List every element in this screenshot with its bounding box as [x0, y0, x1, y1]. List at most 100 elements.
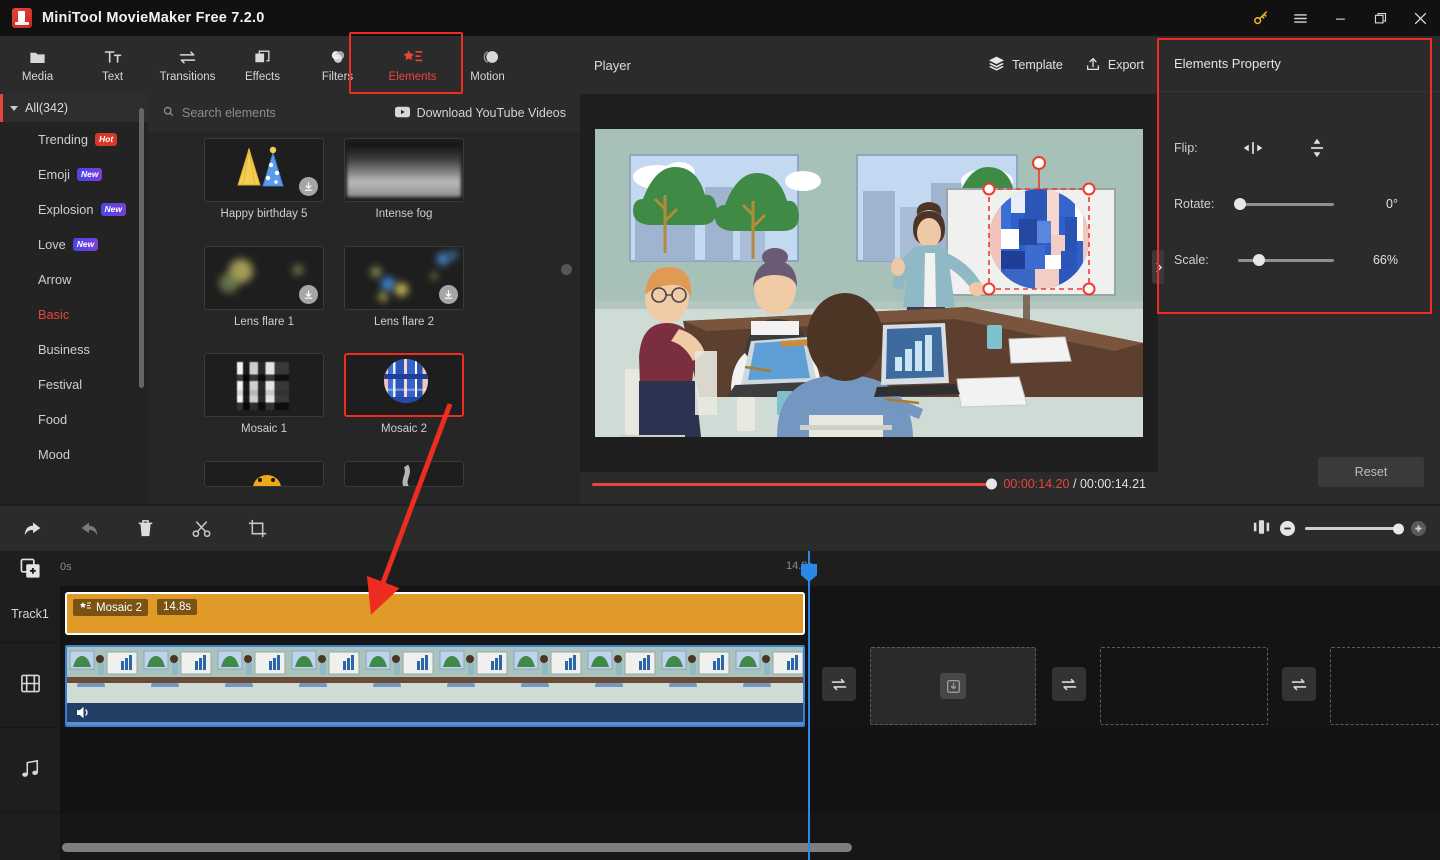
delete-button[interactable] — [130, 514, 160, 544]
panel-resize-dot[interactable] — [561, 264, 572, 275]
filmstrip-frame — [67, 647, 141, 705]
scale-slider[interactable] — [1238, 254, 1334, 266]
timeline-zoom-slider[interactable] — [1305, 523, 1404, 534]
video-preview[interactable] — [595, 129, 1143, 437]
player-progress-slider[interactable] — [592, 478, 998, 490]
sidebar-item-arrow[interactable]: Arrow — [0, 262, 148, 297]
element-card[interactable]: Mosaic 1 — [204, 353, 324, 453]
sidebar-item-explosion[interactable]: Explosion New — [0, 192, 148, 227]
search-input[interactable]: Search elements — [162, 105, 276, 121]
sidebar-item-basic[interactable]: Basic — [0, 297, 148, 332]
download-icon[interactable] — [299, 177, 318, 196]
element-card[interactable]: Intense fog — [344, 138, 464, 238]
toolbar-item-motion[interactable]: Motion — [450, 36, 525, 94]
add-track-icon[interactable] — [20, 558, 42, 580]
fit-timeline-icon[interactable] — [1253, 519, 1270, 538]
transition-slot[interactable] — [822, 667, 856, 701]
filmstrip-frame — [585, 647, 659, 705]
timeline-area: 0s 14.8s Track1 Mosaic 2 14.8s — [0, 551, 1440, 860]
crop-button[interactable] — [242, 514, 272, 544]
download-icon[interactable] — [299, 284, 318, 304]
split-button[interactable] — [186, 514, 216, 544]
sidebar-item-love[interactable]: Love New — [0, 227, 148, 262]
redo-button[interactable] — [74, 514, 104, 544]
motion-icon — [478, 47, 498, 67]
video-track-icon — [20, 673, 41, 697]
element-card-mosaic-2[interactable]: Mosaic 2 — [344, 353, 464, 453]
element-card[interactable] — [344, 460, 464, 505]
sidebar-item-festival[interactable]: Festival — [0, 367, 148, 402]
rotate-slider[interactable] — [1233, 198, 1334, 210]
timeline-clip-mosaic-2[interactable]: Mosaic 2 14.8s — [65, 592, 805, 635]
chevron-right-icon[interactable] — [1152, 250, 1164, 284]
zoom-out-icon[interactable] — [1280, 521, 1295, 536]
template-button[interactable]: Template — [988, 56, 1063, 74]
zoom-knob[interactable] — [1393, 523, 1404, 534]
timeline-lane-video[interactable] — [60, 643, 1440, 728]
sidebar-item-business[interactable]: Business — [0, 332, 148, 367]
toolbar-item-filters[interactable]: Filters — [300, 36, 375, 94]
timeline-ruler[interactable]: 0s 14.8s — [0, 551, 1440, 586]
reset-button[interactable]: Reset — [1318, 457, 1424, 487]
current-time: 00:00:14.20 — [1003, 477, 1070, 491]
timeline-lane-music[interactable] — [60, 728, 1440, 813]
element-card[interactable]: Lens flare 2 — [344, 245, 464, 346]
track-header-video[interactable] — [0, 643, 60, 728]
timeline-horizontal-scrollbar[interactable] — [62, 843, 852, 852]
sidebar-item-mood[interactable]: Mood — [0, 437, 148, 472]
timeline-lane-track1[interactable]: Mosaic 2 14.8s — [60, 586, 1440, 643]
rotate-row: Rotate: 0° — [1158, 176, 1440, 232]
transitions-icon — [177, 47, 198, 67]
maximize-icon[interactable] — [1360, 0, 1400, 36]
folder-icon — [28, 47, 47, 67]
media-placeholder-slot[interactable] — [870, 647, 1036, 725]
toolbar-label: Text — [101, 71, 124, 83]
undo-button[interactable] — [18, 514, 48, 544]
media-placeholder-slot[interactable] — [1330, 647, 1440, 725]
export-button[interactable]: Export — [1085, 56, 1144, 75]
track-headers: Track1 — [0, 586, 60, 860]
time-separator: / — [1072, 477, 1077, 491]
element-card[interactable] — [204, 460, 324, 505]
progress-knob[interactable] — [986, 478, 998, 490]
player-timecode: 00:00:14.20 / 00:00:14.21 — [1003, 477, 1146, 491]
media-placeholder-slot[interactable] — [1100, 647, 1268, 725]
speaker-icon[interactable] — [76, 706, 91, 722]
rotate-knob[interactable] — [1233, 198, 1246, 210]
zoom-in-icon[interactable] — [1411, 521, 1426, 536]
scale-label: Scale: — [1174, 253, 1209, 267]
filmstrip-frame — [659, 647, 733, 705]
timeline-clip-video[interactable] — [65, 645, 805, 727]
flip-row: Flip: — [1158, 120, 1440, 176]
sidebar-item-food[interactable]: Food — [0, 402, 148, 437]
element-card[interactable]: Lens flare 1 — [204, 245, 324, 346]
transition-slot[interactable] — [1282, 667, 1316, 701]
scale-knob[interactable] — [1253, 254, 1266, 266]
playhead[interactable] — [801, 551, 817, 860]
transition-slot[interactable] — [1052, 667, 1086, 701]
element-category-panel: All(342) Trending Hot Emoji New Explosio… — [0, 94, 148, 504]
effects-icon — [253, 47, 272, 67]
toolbar-item-effects[interactable]: Effects — [225, 36, 300, 94]
track-header-music[interactable] — [0, 728, 60, 813]
category-all[interactable]: All(342) — [0, 94, 148, 122]
toolbar-item-elements[interactable]: Elements — [375, 36, 450, 94]
sidebar-item-trending[interactable]: Trending Hot — [0, 122, 148, 157]
category-label: Festival — [38, 377, 83, 392]
toolbar-item-media[interactable]: Media — [0, 36, 75, 94]
close-icon[interactable] — [1400, 0, 1440, 36]
track-header-track1[interactable]: Track1 — [0, 586, 60, 643]
flip-horizontal-icon[interactable] — [1236, 135, 1270, 161]
download-youtube-button[interactable]: Download YouTube Videos — [394, 106, 566, 121]
element-card[interactable]: Happy birthday 5 — [204, 138, 324, 238]
menu-icon[interactable] — [1280, 0, 1320, 36]
flip-vertical-icon[interactable] — [1300, 135, 1334, 161]
minimize-icon[interactable] — [1320, 0, 1360, 36]
category-scrollbar[interactable] — [139, 108, 144, 388]
elements-icon — [79, 601, 92, 614]
key-icon[interactable] — [1240, 0, 1280, 36]
toolbar-item-transitions[interactable]: Transitions — [150, 36, 225, 94]
sidebar-item-emoji[interactable]: Emoji New — [0, 157, 148, 192]
toolbar-item-text[interactable]: Text — [75, 36, 150, 94]
download-icon[interactable] — [439, 284, 458, 304]
